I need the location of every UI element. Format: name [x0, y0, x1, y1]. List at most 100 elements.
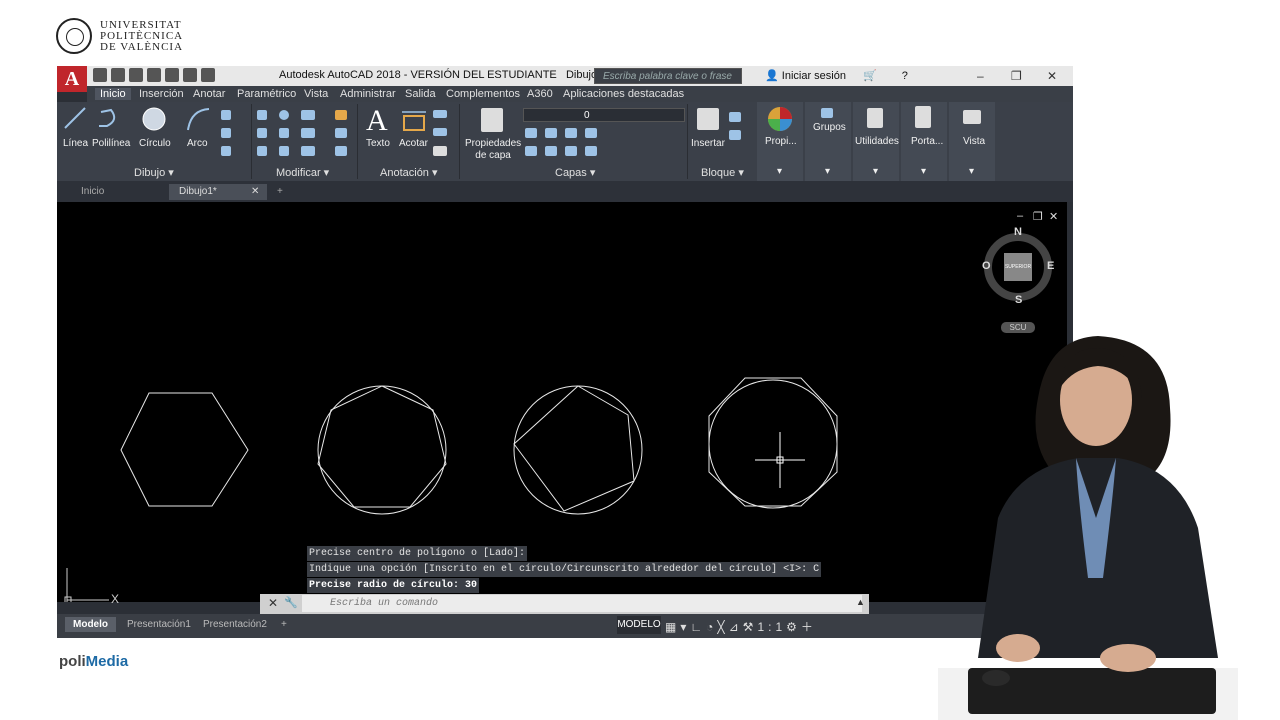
restore-icon[interactable]: ❐ — [1011, 69, 1022, 83]
save-icon[interactable] — [129, 68, 143, 82]
drawing-canvas[interactable] — [57, 202, 1067, 602]
signin-button[interactable]: 👤 Iniciar sesión 🛒 ? — [765, 69, 908, 82]
leader-icon[interactable] — [433, 128, 447, 136]
line-tool-icon[interactable] — [63, 106, 87, 130]
close-command-icon[interactable]: ✕ — [268, 596, 278, 610]
arc-tool-icon[interactable] — [185, 106, 211, 132]
dimension-tool-icon[interactable] — [401, 108, 427, 132]
line-tool-label[interactable]: Línea — [63, 138, 88, 149]
rotate-icon[interactable] — [279, 110, 289, 120]
panel-dibujo[interactable]: Dibujo ▾ — [134, 166, 174, 179]
layer-tool-icon[interactable] — [585, 146, 597, 156]
linear-dim-icon[interactable] — [433, 110, 447, 118]
help-icon[interactable]: ? — [902, 70, 908, 82]
viewcube[interactable]: SUPERIOR N S E O — [982, 226, 1054, 306]
viewport-minimize-icon[interactable]: – — [1017, 210, 1023, 222]
tab-vista[interactable]: Vista — [304, 88, 328, 100]
create-block-icon[interactable] — [729, 112, 741, 122]
hexagon-shape[interactable] — [120, 392, 249, 507]
stretch-icon[interactable] — [257, 146, 267, 156]
new-tab-button[interactable]: + — [271, 184, 291, 200]
model-space-button[interactable]: MODELO — [617, 616, 661, 634]
insert-label[interactable]: Insertar — [691, 138, 725, 149]
layer-combo[interactable]: 0 — [523, 108, 685, 122]
scale-label[interactable]: 1:1 — [757, 620, 786, 634]
circle-shape[interactable] — [317, 385, 447, 515]
panel-portapapeles[interactable]: Porta... ▾ — [901, 102, 947, 181]
edit-block-icon[interactable] — [729, 130, 741, 140]
fillet-icon[interactable] — [301, 128, 315, 138]
print-icon[interactable] — [165, 68, 179, 82]
table-icon[interactable] — [433, 146, 447, 156]
viewport-close-icon[interactable]: ✕ — [1049, 210, 1058, 223]
tab-salida[interactable]: Salida — [405, 88, 436, 100]
layer-properties-label[interactable]: Propiedades de capa — [465, 138, 521, 162]
tab-aplicaciones[interactable]: Aplicaciones destacadas — [563, 88, 684, 100]
panel-anotacion[interactable]: Anotación ▾ — [380, 166, 438, 179]
panel-bloque[interactable]: Bloque ▾ — [701, 166, 744, 179]
circle-tool-label[interactable]: Círculo — [139, 138, 171, 149]
layer-tool-icon[interactable] — [565, 146, 577, 156]
add-layout-button[interactable]: + — [273, 617, 295, 632]
panel-grupos[interactable]: Grupos ▾ — [805, 102, 851, 181]
undo-icon[interactable] — [183, 68, 197, 82]
octagon-circumscribed-shape[interactable] — [708, 377, 838, 507]
text-tool-label[interactable]: Texto — [366, 138, 390, 149]
text-tool-icon[interactable]: A — [366, 104, 388, 138]
erase-icon[interactable] — [335, 110, 347, 120]
mirror-icon[interactable] — [279, 128, 289, 138]
tab-anotar[interactable]: Anotar — [193, 88, 225, 100]
layer-tool-icon[interactable] — [545, 146, 557, 156]
grid-icon[interactable]: ▦ — [665, 620, 680, 634]
drawing-viewport[interactable]: Y X – ❐ ✕ SUPERIOR N S E O SCU — [57, 202, 1067, 628]
circle-shape[interactable] — [708, 379, 838, 509]
annotation-icon[interactable]: ⚒ — [743, 620, 758, 634]
save-as-icon[interactable] — [147, 68, 161, 82]
new-icon[interactable] — [93, 68, 107, 82]
array-icon[interactable] — [301, 146, 315, 156]
panel-propiedades[interactable]: Propi... ▾ — [757, 102, 803, 181]
circle-tool-icon[interactable] — [141, 106, 167, 132]
copy-icon[interactable] — [257, 128, 267, 138]
minimize-icon[interactable]: – — [977, 69, 984, 83]
redo-icon[interactable] — [201, 68, 215, 82]
offset-icon[interactable] — [335, 146, 347, 156]
layer-tool-icon[interactable] — [565, 128, 577, 138]
trim-icon[interactable] — [301, 110, 315, 120]
layout-tab-presentacion2[interactable]: Presentación2 — [195, 617, 275, 632]
tab-inicio[interactable]: Inicio — [95, 88, 131, 100]
tab-administrar[interactable]: Administrar — [340, 88, 396, 100]
close-icon[interactable]: ✕ — [1047, 69, 1057, 83]
close-icon[interactable]: ✕ — [251, 184, 259, 200]
osnap-icon[interactable]: ╳ — [717, 620, 728, 634]
lineweight-icon[interactable]: ⊿ — [729, 620, 743, 634]
arc-tool-label[interactable]: Arco — [187, 138, 208, 149]
viewcube-south[interactable]: S — [1015, 294, 1022, 306]
panel-utilidades[interactable]: Utilidades ▾ — [853, 102, 899, 181]
search-input[interactable]: Escriba palabra clave o frase — [594, 68, 742, 84]
polygon-tool-icon[interactable] — [221, 110, 231, 120]
panel-modificar[interactable]: Modificar ▾ — [276, 166, 329, 179]
tab-parametrico[interactable]: Paramétrico — [237, 88, 296, 100]
customization-icon[interactable]: ＋ — [801, 620, 817, 634]
doc-tab-inicio[interactable]: Inicio — [71, 184, 169, 200]
hatch-tool-icon[interactable] — [221, 128, 231, 138]
cart-icon[interactable]: 🛒 — [863, 70, 877, 82]
viewcube-face[interactable]: SUPERIOR — [1004, 253, 1032, 281]
panel-capas[interactable]: Capas ▾ — [555, 166, 595, 179]
layout-tab-modelo[interactable]: Modelo — [65, 617, 116, 632]
command-input[interactable]: Escriba un comando — [302, 595, 862, 612]
polar-icon[interactable]: ◔ — [706, 620, 717, 634]
layer-tool-icon[interactable] — [585, 128, 597, 138]
rectangle-tool-icon[interactable] — [221, 146, 231, 156]
panel-vista[interactable]: Vista ▾ — [949, 102, 995, 181]
customize-icon[interactable]: 🔧 — [284, 596, 298, 609]
layer-tool-icon[interactable] — [545, 128, 557, 138]
layer-tool-icon[interactable] — [525, 128, 537, 138]
insert-block-icon[interactable] — [697, 108, 719, 130]
settings-icon[interactable]: ⚙ — [786, 620, 801, 634]
history-toggle-icon[interactable]: ▲ — [856, 597, 865, 607]
layout-tab-presentacion1[interactable]: Presentación1 — [119, 617, 199, 632]
doc-tab-dibujo1[interactable]: Dibujo1* ✕ — [169, 184, 267, 200]
circle-shape[interactable] — [513, 385, 643, 515]
